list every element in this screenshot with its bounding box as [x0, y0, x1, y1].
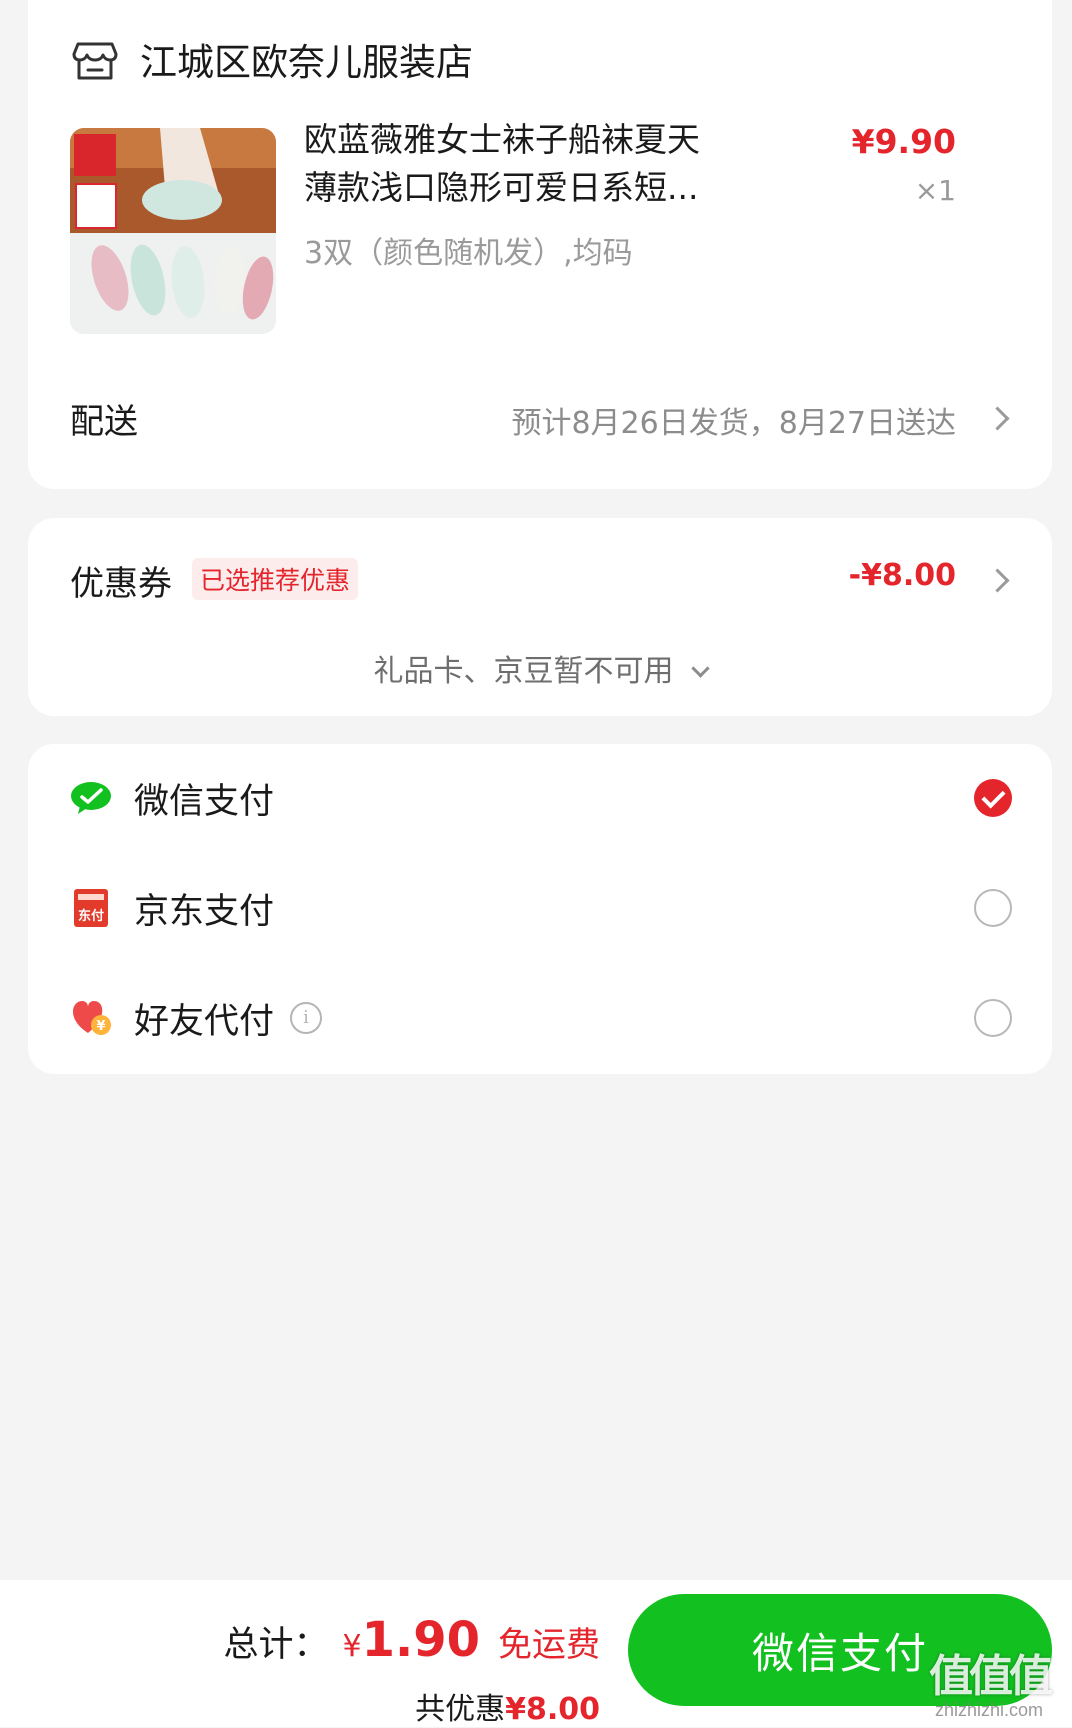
payment-option-jd[interactable]: 东付 京东支付	[70, 878, 1012, 938]
coupon-recommend-badge: 已选推荐优惠	[192, 558, 359, 600]
chevron-right-icon[interactable]	[985, 406, 1010, 431]
chevron-down-icon	[690, 659, 710, 678]
discount-line: 共优惠 ¥8.00	[415, 1684, 600, 1728]
coupon-label: 优惠券	[70, 564, 172, 604]
product-price: ¥9.90	[851, 122, 956, 161]
coupon-card: 优惠券 已选推荐优惠 -¥8.00 礼品卡、京豆暂不可用	[28, 518, 1052, 716]
jd-pay-icon: 东付	[70, 887, 112, 929]
payment-methods-card: 微信支付 东付 京东支付 ¥ 好友代付 i	[28, 744, 1052, 1074]
friend-pay-heart-icon: ¥	[70, 997, 112, 1039]
store-header[interactable]: 江城区欧奈儿服装店	[72, 32, 473, 86]
payment-option-wechat[interactable]: 微信支付	[70, 768, 1012, 828]
watermark: 值值值 zhizhizhi.com	[914, 1640, 1064, 1721]
total-currency: ¥	[342, 1629, 362, 1664]
discount-label: 共优惠	[415, 1692, 506, 1727]
total-label: 总计：	[223, 1625, 329, 1665]
radio-selected[interactable]	[974, 779, 1012, 817]
wechat-pay-icon	[70, 777, 112, 819]
delivery-value[interactable]: 预计8月26日发货，8月27日送达	[511, 398, 956, 442]
svg-text:¥: ¥	[96, 1019, 105, 1034]
coupon-amount[interactable]: -¥8.00	[849, 558, 956, 593]
watermark-mark: 值值值	[929, 1652, 1053, 1701]
store-icon	[72, 42, 118, 80]
chevron-right-icon[interactable]	[985, 568, 1010, 593]
giftcard-note[interactable]: 礼品卡、京豆暂不可用	[28, 646, 1052, 690]
payment-option-label: 好友代付	[134, 1001, 275, 1042]
total-line: 总计： ¥ 1.90 免运费	[223, 1612, 600, 1668]
total-amount: 1.90	[361, 1612, 480, 1668]
discount-amount: ¥8.00	[505, 1692, 600, 1727]
checkout-bar: 总计： ¥ 1.90 免运费 共优惠 ¥8.00 微信支付	[0, 1580, 1072, 1727]
payment-option-friend[interactable]: ¥ 好友代付 i	[70, 988, 1012, 1048]
watermark-url: zhizhizhi.com	[934, 1700, 1044, 1720]
shipping-note: 免运费	[498, 1625, 600, 1665]
delivery-label: 配送	[70, 402, 138, 442]
payment-option-label: 微信支付	[134, 781, 275, 822]
product-quantity: ×1	[914, 174, 956, 207]
product-title[interactable]: 欧蓝薇雅女士袜子船袜夏天薄款浅口隐形可爱日系短...	[304, 116, 724, 212]
giftcard-note-text: 礼品卡、京豆暂不可用	[373, 654, 674, 689]
product-spec: 3双（颜色随机发）,均码	[304, 236, 633, 271]
radio-unselected[interactable]	[974, 999, 1012, 1037]
info-icon[interactable]: i	[290, 1002, 323, 1034]
payment-option-label: 京东支付	[134, 891, 275, 932]
store-name: 江城区欧奈儿服装店	[140, 41, 473, 84]
radio-unselected[interactable]	[974, 889, 1012, 927]
sock-photo	[70, 128, 276, 334]
order-card: 江城区欧奈儿服装店 欧蓝薇雅女士袜子船袜夏天薄款浅口隐形可爱日系短... 3双（…	[28, 0, 1052, 489]
product-image[interactable]	[70, 128, 276, 334]
jd-pay-icon-text: 东付	[78, 908, 104, 924]
